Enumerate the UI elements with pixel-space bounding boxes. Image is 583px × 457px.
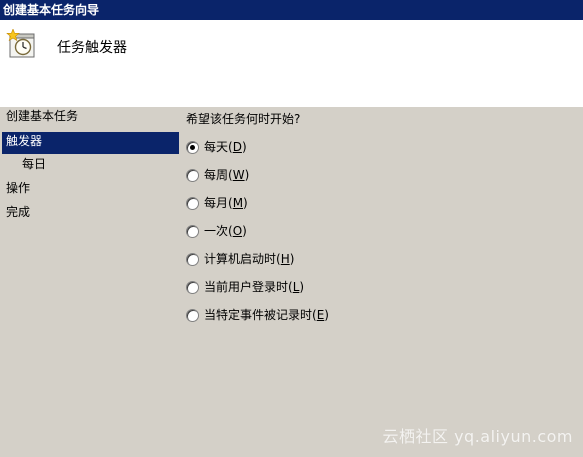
radio-option-monthly[interactable]: 每月(M) bbox=[186, 195, 576, 223]
trigger-options-panel: 希望该任务何时开始? 每天(D) 每周(W) 每月(M) 一次(O) 计算机启动… bbox=[186, 111, 576, 335]
step-daily[interactable]: 每日 bbox=[0, 155, 180, 179]
step-label: 每日 bbox=[22, 157, 47, 171]
radio-label: 每月(M) bbox=[204, 196, 248, 210]
radio-label: 每周(W) bbox=[204, 168, 250, 182]
window-title: 创建基本任务向导 bbox=[3, 3, 100, 17]
radio-label: 计算机启动时(H) bbox=[204, 252, 295, 266]
radio-option-once[interactable]: 一次(O) bbox=[186, 223, 576, 251]
radio-option-daily[interactable]: 每天(D) bbox=[186, 139, 576, 167]
step-label: 完成 bbox=[6, 205, 31, 219]
step-trigger[interactable]: 触发器 bbox=[2, 132, 179, 154]
step-finish[interactable]: 完成 bbox=[0, 203, 180, 227]
page-title: 任务触发器 bbox=[57, 40, 127, 56]
step-label: 触发器 bbox=[6, 134, 43, 148]
radio-button-icon[interactable] bbox=[186, 197, 199, 210]
window-titlebar[interactable]: 创建基本任务向导 bbox=[0, 0, 583, 20]
radio-button-icon[interactable] bbox=[186, 309, 199, 322]
watermark: 云栖社区 yq.aliyun.com bbox=[382, 427, 573, 446]
radio-label: 每天(D) bbox=[204, 140, 247, 154]
radio-button-icon[interactable] bbox=[186, 281, 199, 294]
radio-option-at-startup[interactable]: 计算机启动时(H) bbox=[186, 251, 576, 279]
trigger-question: 希望该任务何时开始? bbox=[186, 112, 301, 126]
radio-button-icon[interactable] bbox=[186, 253, 199, 266]
wizard-header: 任务触发器 bbox=[0, 20, 583, 107]
radio-button-checked-icon[interactable] bbox=[186, 141, 199, 154]
radio-label: 当前用户登录时(L) bbox=[204, 280, 305, 294]
radio-option-on-event[interactable]: 当特定事件被记录时(E) bbox=[186, 307, 576, 335]
radio-label: 当特定事件被记录时(E) bbox=[204, 308, 329, 322]
radio-button-icon[interactable] bbox=[186, 169, 199, 182]
step-action[interactable]: 操作 bbox=[0, 179, 180, 203]
step-label: 创建基本任务 bbox=[6, 109, 79, 123]
radio-button-icon[interactable] bbox=[186, 225, 199, 238]
radio-option-weekly[interactable]: 每周(W) bbox=[186, 167, 576, 195]
radio-option-at-logon[interactable]: 当前用户登录时(L) bbox=[186, 279, 576, 307]
step-label: 操作 bbox=[6, 181, 31, 195]
wizard-step-list: 创建基本任务 触发器 每日 操作 完成 bbox=[0, 107, 180, 227]
task-clock-icon bbox=[6, 28, 38, 61]
step-create-basic-task[interactable]: 创建基本任务 bbox=[0, 107, 180, 131]
radio-label: 一次(O) bbox=[204, 224, 247, 238]
